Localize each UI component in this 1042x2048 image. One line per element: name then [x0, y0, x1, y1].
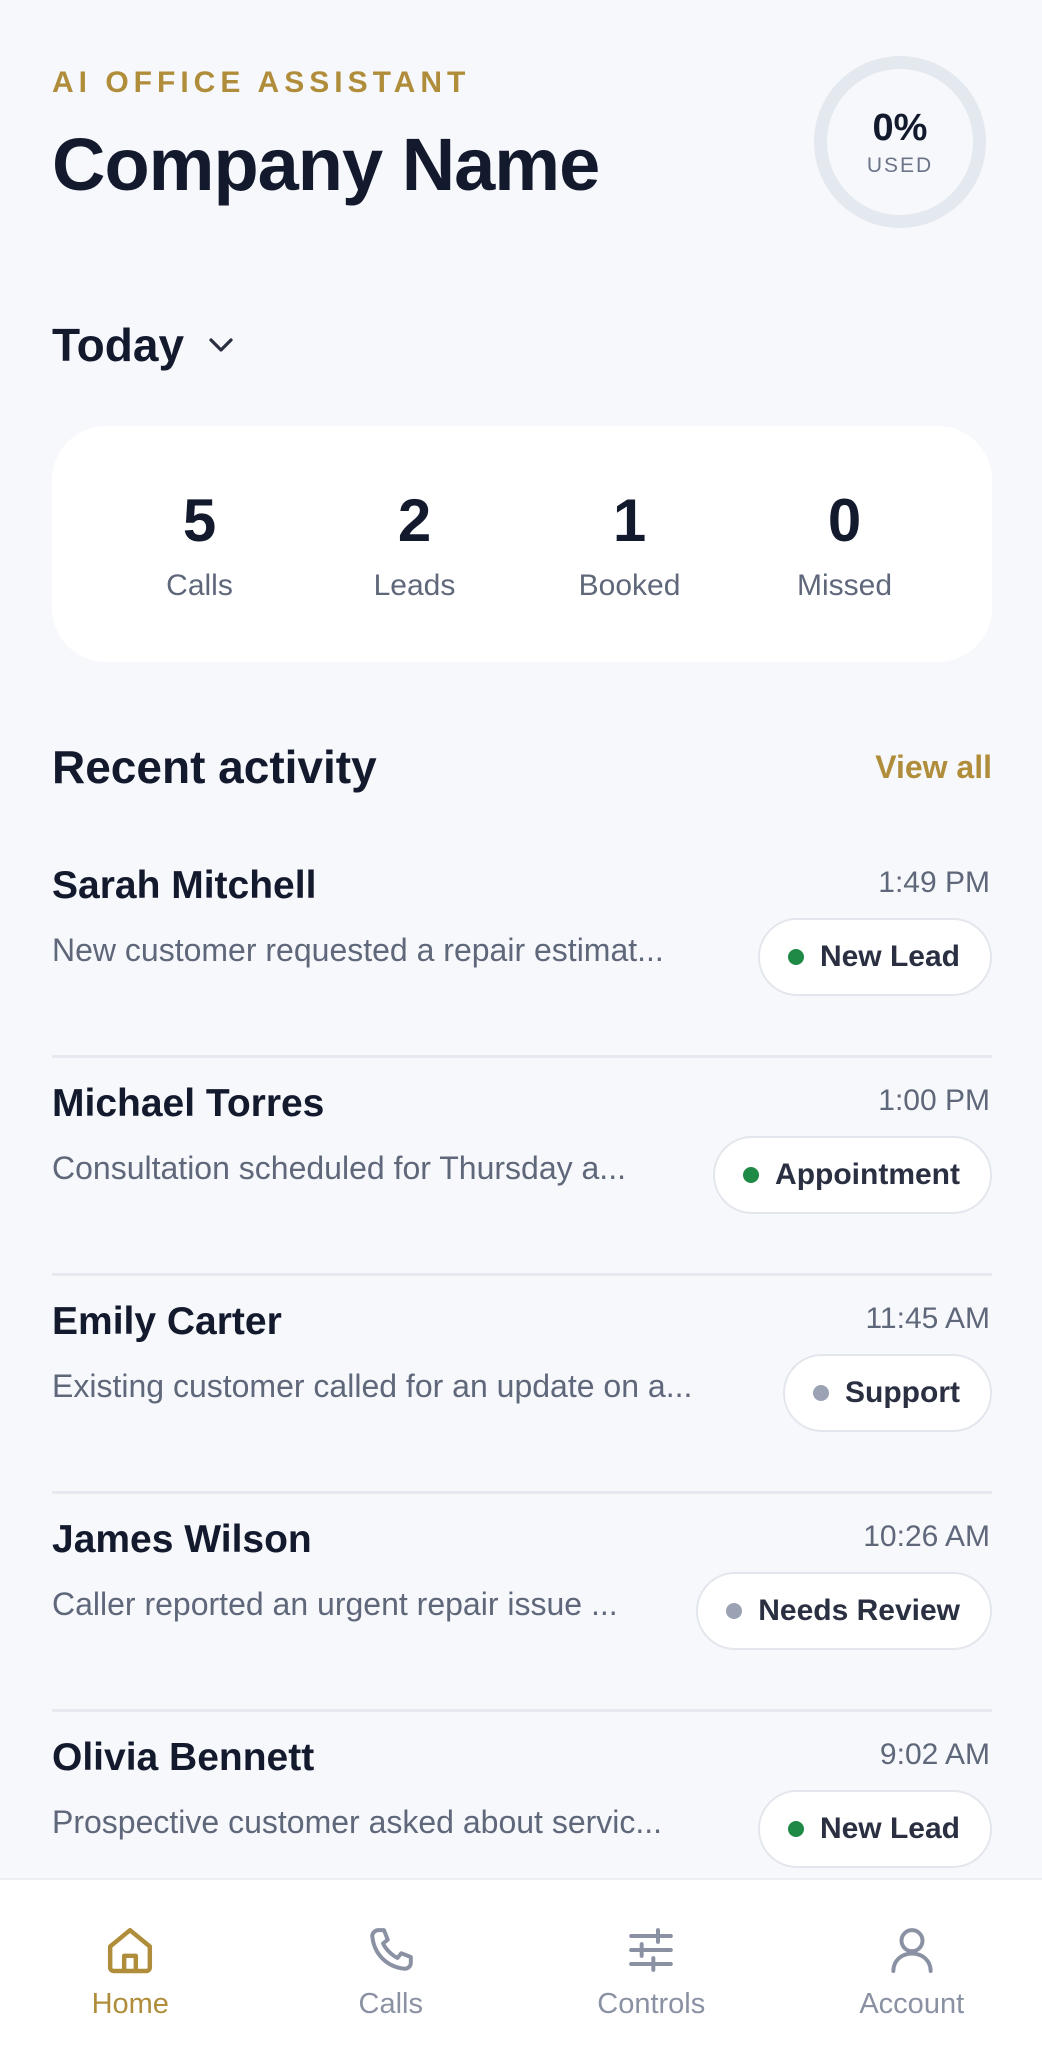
tab-controls[interactable]: Controls: [541, 1922, 761, 2021]
stats-card: 5 Calls 2 Leads 1 Booked 0 Missed: [52, 426, 992, 662]
stat-label: Missed: [796, 568, 893, 602]
status-label: New Lead: [819, 1812, 960, 1845]
activity-item[interactable]: James Wilson 10:26 AM Caller reported an…: [52, 1494, 992, 1712]
status-label: New Lead: [819, 940, 960, 973]
call-summary: Caller reported an urgent repair issue .…: [52, 1586, 618, 1622]
section-title: Recent activity: [52, 741, 377, 793]
call-summary: Existing customer called for an update o…: [52, 1368, 693, 1404]
status-dot: [787, 949, 804, 965]
activity-list: Sarah Mitchell 1:49 PM New customer requ…: [52, 840, 992, 1930]
phone-icon: [370, 1928, 413, 1971]
status-dot: [726, 1603, 743, 1619]
usage-ring: 0% USED: [814, 56, 986, 228]
caller-name: James Wilson: [52, 1518, 312, 1561]
caller-name: Olivia Bennett: [52, 1736, 315, 1779]
status-badge: New Lead: [757, 918, 992, 996]
activity-item[interactable]: Michael Torres 1:00 PM Consultation sche…: [52, 1058, 992, 1276]
caller-name: Sarah Mitchell: [52, 864, 317, 907]
status-badge: Support: [783, 1354, 992, 1432]
status-label: Needs Review: [758, 1594, 960, 1627]
bottom-tab-bar: Home Calls Controls Account: [0, 1878, 1042, 2048]
caller-name: Michael Torres: [52, 1082, 325, 1125]
user-icon: [891, 1928, 933, 1973]
stat-label: Booked: [578, 568, 681, 602]
stat-leads: 2 Leads: [315, 486, 515, 603]
call-summary: Consultation scheduled for Thursday a...: [52, 1150, 626, 1186]
status-badge: Needs Review: [696, 1572, 992, 1650]
recent-activity-header: Recent activity View all: [52, 740, 992, 794]
status-badge: Appointment: [713, 1136, 992, 1214]
header: AI OFFICE ASSISTANT Company Name: [52, 66, 600, 207]
usage-label: USED: [866, 153, 934, 177]
chevron-down-icon: [206, 330, 236, 360]
stat-value: 0: [827, 486, 862, 554]
period-label: Today: [52, 319, 185, 371]
stat-missed: 0 Missed: [745, 486, 945, 603]
call-summary: Prospective customer asked about servic.…: [52, 1804, 663, 1840]
caller-name: Emily Carter: [52, 1300, 282, 1343]
status-dot: [787, 1821, 804, 1837]
tab-label: Calls: [358, 1988, 423, 2020]
stat-value: 5: [182, 486, 217, 554]
call-time: 9:02 AM: [879, 1738, 990, 1771]
status-dot: [743, 1167, 760, 1183]
call-time: 1:49 PM: [878, 866, 990, 899]
tab-account[interactable]: Account: [802, 1922, 1022, 2021]
status-label: Support: [845, 1376, 960, 1409]
stat-label: Calls: [166, 568, 233, 602]
usage-percent: 0%: [872, 106, 928, 149]
tab-calls[interactable]: Calls: [281, 1922, 501, 2021]
stat-calls: 5 Calls: [100, 486, 300, 603]
tab-label: Controls: [597, 1988, 706, 2020]
tab-label: Account: [859, 1988, 965, 2020]
sliders-icon: [629, 1928, 674, 1972]
stat-label: Leads: [373, 568, 456, 602]
status-badge: New Lead: [757, 1790, 992, 1868]
call-time: 1:00 PM: [878, 1084, 990, 1117]
status-label: Appointment: [775, 1158, 960, 1191]
activity-item[interactable]: Sarah Mitchell 1:49 PM New customer requ…: [52, 840, 992, 1058]
home-icon: [108, 1927, 153, 1974]
view-all-link[interactable]: View all: [875, 749, 992, 786]
stat-value: 2: [397, 486, 432, 554]
tab-home[interactable]: Home: [20, 1922, 240, 2021]
activity-item[interactable]: Emily Carter 11:45 AM Existing customer …: [52, 1276, 992, 1494]
stat-value: 1: [612, 486, 647, 554]
call-time: 11:45 AM: [865, 1302, 990, 1335]
call-summary: New customer requested a repair estimat.…: [52, 932, 664, 968]
tab-label: Home: [91, 1988, 169, 2020]
stat-booked: 1 Booked: [530, 486, 730, 603]
company-name: Company Name: [52, 123, 600, 206]
call-time: 10:26 AM: [863, 1520, 990, 1553]
status-dot: [813, 1385, 830, 1401]
period-dropdown[interactable]: Today: [52, 318, 236, 372]
app-eyebrow: AI OFFICE ASSISTANT: [52, 66, 471, 99]
